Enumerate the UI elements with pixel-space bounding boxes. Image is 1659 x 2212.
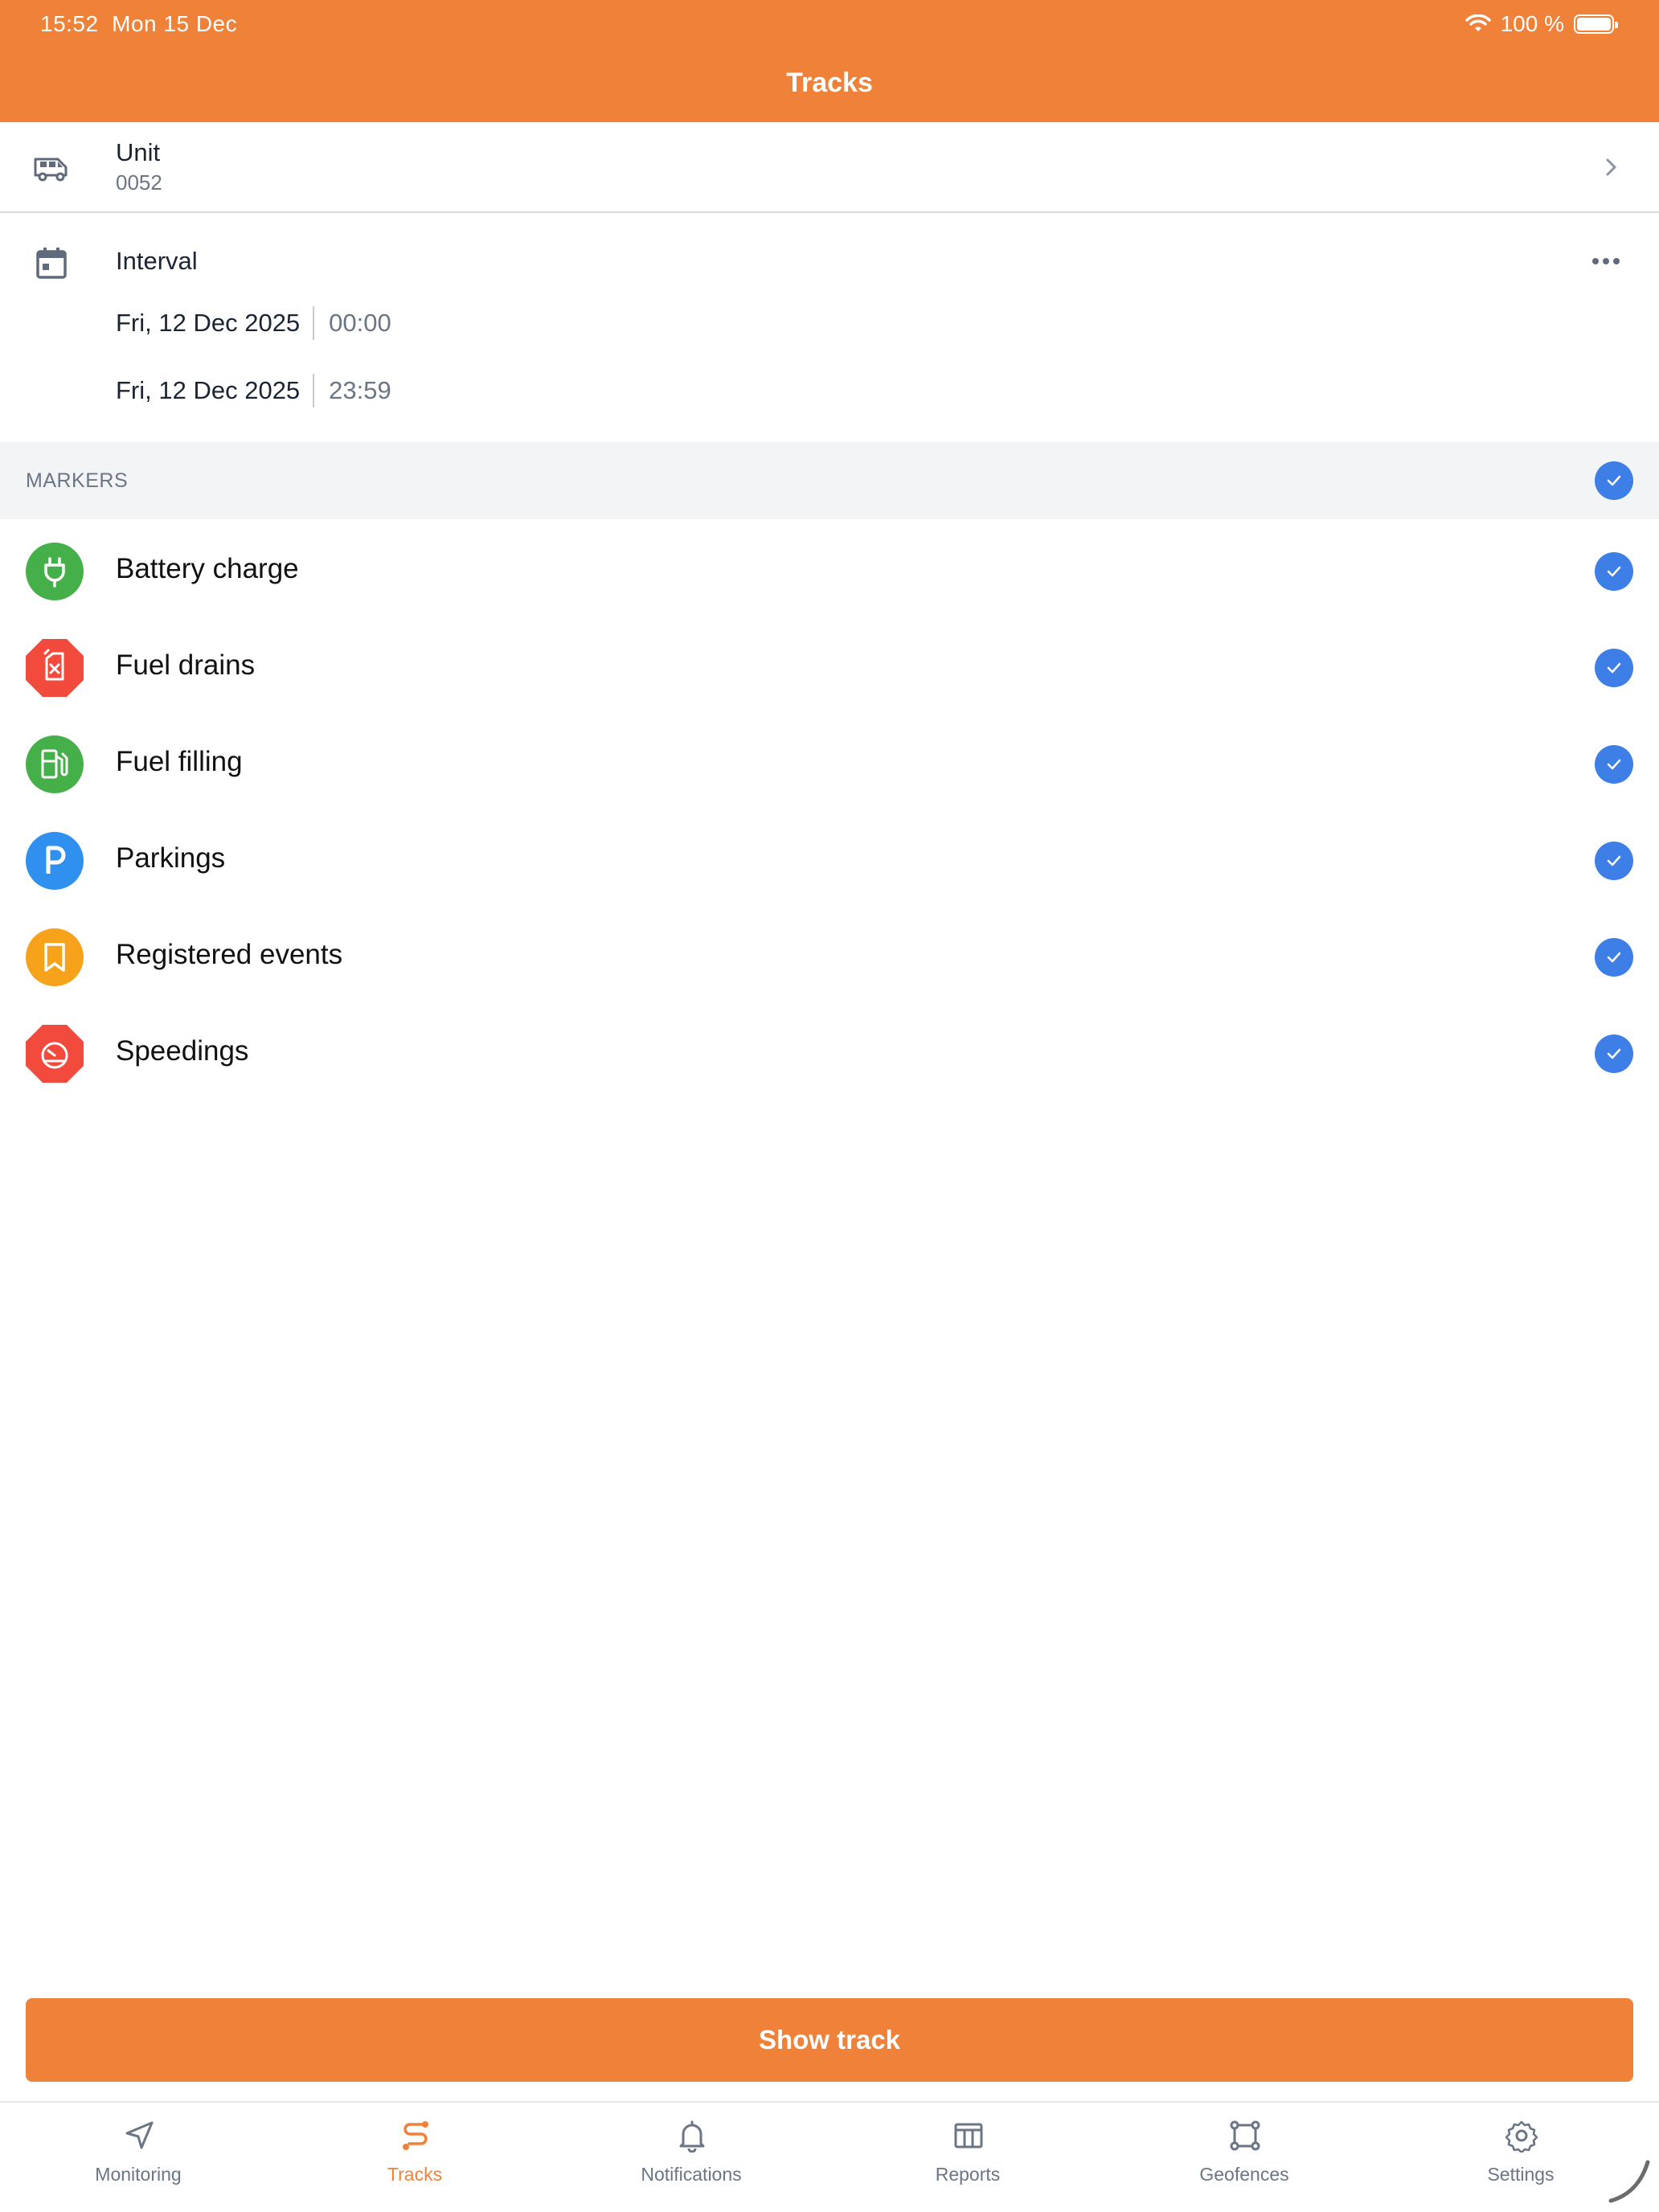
interval-label: Interval [116,247,198,275]
more-options-icon[interactable] [1590,253,1622,269]
marker-battery-charge[interactable]: Battery charge [0,519,1659,616]
tab-notifications[interactable]: Notifications [553,2103,830,2212]
select-all-checkbox[interactable] [1595,461,1633,500]
interval-end[interactable]: Fri, 12 Dec 2025 23:59 [116,374,391,408]
battery-icon [1574,14,1618,34]
status-time: 15:52 Mon 15 Dec [40,11,238,36]
marker-label: Battery charge [116,553,299,584]
show-track-button[interactable]: Show track [26,1998,1633,2082]
tab-label: Tracks [387,2164,443,2185]
tab-bar: Monitoring Tracks Notifications Reports [0,2101,1659,2212]
plug-icon [26,543,84,600]
tab-label: Reports [935,2164,1001,2185]
pencil-tip-icon [1608,2160,1650,2203]
checkmark-icon [1607,759,1621,770]
divider [313,374,315,408]
marker-checkbox[interactable] [1595,938,1633,977]
marker-label: Registered events [116,939,343,970]
end-time[interactable]: 23:59 [329,376,391,405]
fuel-pump-icon [26,735,84,793]
checkmark-icon [1607,566,1621,577]
unit-selector[interactable]: Unit 0052 [0,122,1659,213]
markers-header: MARKERS [0,442,1659,519]
tab-label: Geofences [1199,2164,1289,2185]
route-icon [403,2121,428,2150]
app-header: 15:52 Mon 15 Dec 100 % Tracks [0,0,1659,122]
tab-monitoring[interactable]: Monitoring [0,2103,276,2212]
marker-fuel-drains[interactable]: Fuel drains [0,616,1659,712]
start-time[interactable]: 00:00 [329,309,391,338]
interval-section: Interval Fri, 12 Dec 2025 00:00 Fri, 12 … [0,215,1659,442]
parking-icon [26,832,84,890]
marker-parkings[interactable]: Parkings [0,809,1659,905]
tab-label: Monitoring [95,2164,182,2185]
tab-geofences[interactable]: Geofences [1106,2103,1382,2212]
marker-registered-events[interactable]: Registered events [0,905,1659,1002]
marker-checkbox[interactable] [1595,552,1633,591]
checkmark-icon [1607,952,1621,963]
wifi-icon [1464,14,1491,31]
polygon-icon [1230,2120,1260,2151]
fuel-can-icon [26,639,84,697]
table-icon [954,2123,983,2149]
status-indicators: 100 % [1464,11,1618,37]
unit-label: Unit [116,138,161,166]
van-icon [34,158,68,182]
marker-label: Speedings [116,1035,249,1067]
bookmark-icon [26,928,84,986]
speedometer-icon [26,1025,84,1083]
marker-speedings[interactable]: Speedings [0,1002,1659,1098]
battery-percent: 100 % [1500,11,1564,36]
gear-icon [1505,2120,1538,2153]
tab-reports[interactable]: Reports [830,2103,1106,2212]
bell-icon [679,2120,705,2153]
interval-start[interactable]: Fri, 12 Dec 2025 00:00 [116,306,391,340]
marker-checkbox[interactable] [1595,649,1633,687]
tab-label: Notifications [641,2164,742,2185]
calendar-icon [36,248,67,279]
page-title: Tracks [786,68,873,98]
marker-label: Fuel filling [116,746,243,777]
checkmark-icon [1607,1048,1621,1059]
markers-title: MARKERS [26,469,129,492]
tab-tracks[interactable]: Tracks [276,2103,553,2212]
marker-checkbox[interactable] [1595,745,1633,784]
marker-fuel-filling[interactable]: Fuel filling [0,712,1659,809]
navigation-arrow-icon [125,2121,154,2149]
divider [313,306,315,340]
marker-checkbox[interactable] [1595,1034,1633,1073]
start-date[interactable]: Fri, 12 Dec 2025 [116,309,300,338]
checkmark-icon [1607,855,1621,866]
end-date[interactable]: Fri, 12 Dec 2025 [116,376,300,405]
unit-value: 0052 [116,170,162,195]
chevron-right-icon [1606,158,1616,176]
marker-label: Parkings [116,842,226,874]
checkmark-icon [1607,475,1621,486]
marker-label: Fuel drains [116,649,256,681]
checkmark-icon [1607,662,1621,674]
marker-checkbox[interactable] [1595,842,1633,880]
